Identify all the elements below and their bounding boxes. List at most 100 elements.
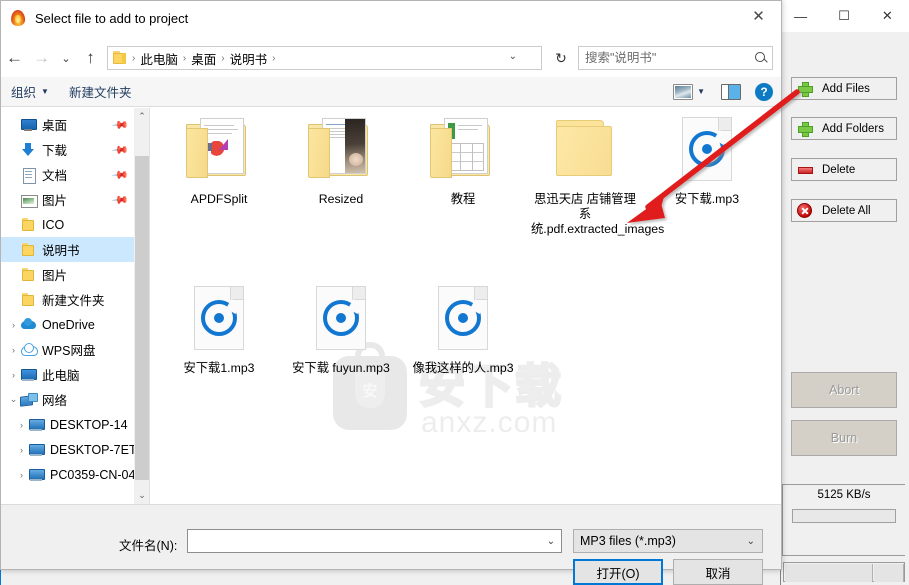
- breadcrumb[interactable]: › 此电脑 › 桌面 › 说明书 › ⌄: [107, 46, 542, 70]
- filename-input[interactable]: [188, 533, 541, 549]
- sidebar-label: 说明书: [42, 244, 80, 258]
- new-folder-label: 新建文件夹: [68, 86, 132, 100]
- file-open-dialog: Select file to add to project ✕ ← → ⌄ ↑ …: [0, 0, 782, 585]
- chevron-right-icon[interactable]: ›: [15, 420, 28, 430]
- chevron-down-icon: ⌄: [746, 535, 755, 547]
- sidebar-item-desktop-14[interactable]: › DESKTOP-14: [1, 412, 134, 437]
- maximize-icon[interactable]: ☐: [822, 1, 865, 31]
- recent-locations-icon[interactable]: ⌄: [55, 45, 77, 71]
- file-name: 安下载 fuyun.mp3: [292, 361, 390, 375]
- close-icon[interactable]: ✕: [866, 1, 909, 31]
- sidebar-item-network[interactable]: ⌄ 网络: [1, 387, 134, 412]
- audio-file-thumbnail: [165, 283, 273, 357]
- plus-icon: [797, 81, 813, 97]
- new-folder-button[interactable]: 新建文件夹: [59, 77, 142, 106]
- chevron-down-icon[interactable]: ⌄: [541, 536, 561, 547]
- sidebar-label: 此电脑: [42, 369, 80, 383]
- sidebar-item-desktop[interactable]: 桌面 📌: [1, 112, 134, 137]
- folder-thumbnail: [409, 114, 517, 188]
- sidebar-item-pictures-folder[interactable]: 图片: [1, 262, 134, 287]
- pictures-icon: [20, 192, 38, 208]
- sidebar-item-this-pc[interactable]: › 此电脑: [1, 362, 134, 387]
- app-status-bar: [783, 562, 905, 582]
- view-mode-icon[interactable]: [673, 83, 694, 100]
- sidebar-item-onedrive[interactable]: › OneDrive: [1, 312, 134, 337]
- sidebar-item-shuomingshu[interactable]: 说明书: [1, 237, 134, 262]
- file-item-anxiazai-fuyun-mp3[interactable]: 安下载 fuyun.mp3: [287, 283, 395, 376]
- computer-icon: [28, 417, 45, 433]
- chevron-down-icon[interactable]: ▼: [697, 87, 705, 96]
- chevron-right-icon[interactable]: ›: [7, 370, 20, 380]
- chevron-right-icon[interactable]: ›: [15, 445, 28, 455]
- add-folders-button[interactable]: Add Folders: [791, 117, 897, 140]
- sidebar-item-pc0359-cn-04[interactable]: › PC0359-CN-04: [1, 462, 134, 487]
- abort-button[interactable]: Abort: [791, 372, 897, 408]
- sidebar-label: 桌面: [42, 119, 68, 133]
- speed-label: 5125 KB/s: [817, 489, 871, 501]
- chevron-right-icon[interactable]: ›: [15, 470, 28, 480]
- file-list-view[interactable]: 安 安下载 anxz.com APDFSplit Resized 教程 思迅天店…: [151, 108, 781, 504]
- cancel-button[interactable]: 取消: [673, 559, 763, 585]
- file-item-xiangwozheyangderen-mp3[interactable]: 像我这样的人.mp3: [409, 283, 517, 376]
- breadcrumb-dropdown-icon[interactable]: ⌄: [509, 51, 517, 62]
- organize-menu[interactable]: 组织 ▼: [1, 77, 59, 106]
- help-icon[interactable]: ?: [755, 82, 773, 101]
- sidebar-item-documents[interactable]: 文档 📌: [1, 162, 134, 187]
- downloads-icon: [20, 142, 37, 158]
- app-titlebar: — ☐ ✕: [779, 0, 909, 32]
- open-button[interactable]: 打开(O): [573, 559, 663, 585]
- search-box[interactable]: [578, 46, 773, 70]
- file-item-jiaocheng[interactable]: 教程: [409, 114, 517, 207]
- file-item-anxiazai1-mp3[interactable]: 安下载1.mp3: [165, 283, 273, 376]
- progress-section: 5125 KB/s: [782, 484, 905, 556]
- file-item-extracted-images[interactable]: 思迅天店 店铺管理系统.pdf.extracted_images: [531, 114, 664, 237]
- refresh-icon[interactable]: ↻: [548, 46, 574, 70]
- scroll-up-icon[interactable]: ⌃: [134, 108, 150, 125]
- sidebar-label: 图片: [42, 269, 68, 283]
- sidebar-item-new-folder[interactable]: 新建文件夹: [1, 287, 134, 312]
- breadcrumb-item-2[interactable]: 说明书: [227, 49, 271, 68]
- chevron-down-icon[interactable]: ⌄: [7, 394, 20, 405]
- file-item-resized[interactable]: Resized: [287, 114, 395, 207]
- navigation-pane-scrollbar[interactable]: ⌃ ⌄: [134, 108, 150, 504]
- preview-pane-icon[interactable]: [721, 83, 741, 100]
- sidebar-item-pictures[interactable]: 图片 📌: [1, 187, 134, 212]
- plus-icon: [797, 121, 813, 137]
- chevron-right-icon[interactable]: ›: [7, 320, 20, 330]
- dialog-close-icon[interactable]: ✕: [736, 1, 781, 31]
- file-name: 教程: [450, 192, 476, 206]
- breadcrumb-separator: ›: [272, 52, 276, 64]
- folder-thumbnail: [165, 114, 273, 188]
- delete-button[interactable]: Delete: [791, 158, 897, 181]
- filename-field[interactable]: ⌄: [187, 529, 562, 553]
- computer-icon: [28, 467, 45, 483]
- audio-disc-icon: [445, 300, 481, 336]
- sidebar-label: WPS网盘: [42, 344, 96, 358]
- sidebar-item-downloads[interactable]: 下载 📌: [1, 137, 134, 162]
- progress-bar: [792, 509, 896, 523]
- sidebar-item-wps-cloud[interactable]: › WPS网盘: [1, 337, 134, 362]
- file-item-anxiazai-mp3[interactable]: 安下载.mp3: [653, 114, 761, 207]
- sidebar-item-desktop-7etc[interactable]: › DESKTOP-7ETC: [1, 437, 134, 462]
- delete-all-button[interactable]: Delete All: [791, 199, 897, 222]
- scroll-down-icon[interactable]: ⌄: [134, 487, 150, 504]
- folder-thumbnail: [287, 114, 395, 188]
- breadcrumb-separator: ›: [182, 52, 187, 64]
- status-cell-aux: [874, 564, 904, 582]
- add-files-button[interactable]: Add Files: [791, 77, 897, 100]
- file-item-apdfsplit[interactable]: APDFSplit: [165, 114, 273, 207]
- forward-icon[interactable]: →: [28, 45, 55, 71]
- breadcrumb-item-0[interactable]: 此电脑: [137, 49, 181, 68]
- sidebar-label: 下载: [42, 144, 68, 158]
- sidebar-item-ico[interactable]: ICO: [1, 212, 134, 237]
- file-type-select[interactable]: MP3 files (*.mp3) ⌄: [573, 529, 763, 553]
- back-icon[interactable]: ←: [1, 45, 28, 71]
- burn-button[interactable]: Burn: [791, 420, 897, 456]
- search-input[interactable]: [583, 50, 754, 66]
- breadcrumb-item-1[interactable]: 桌面: [188, 49, 219, 68]
- minimize-icon[interactable]: —: [779, 1, 822, 31]
- scrollbar-thumb[interactable]: [135, 156, 149, 480]
- up-icon[interactable]: ↑: [77, 45, 104, 71]
- chevron-right-icon[interactable]: ›: [7, 345, 20, 355]
- file-name: 安下载1.mp3: [183, 361, 255, 375]
